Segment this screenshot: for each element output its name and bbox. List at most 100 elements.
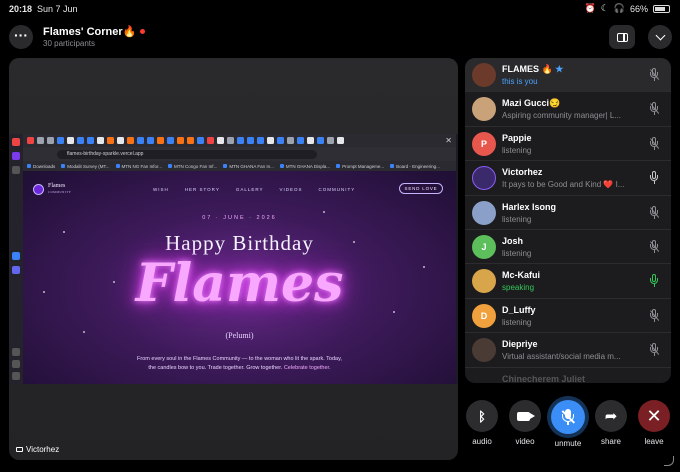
close-icon: ✕ xyxy=(445,136,452,145)
leave-button[interactable]: ✕ leave xyxy=(637,400,671,446)
mic-muted-icon xyxy=(649,308,659,323)
mic-speaking-icon xyxy=(649,274,659,288)
mic-muted-icon xyxy=(649,68,659,82)
bookmarks-bar: Downloads Modalit Survey (MT... MTN NG F… xyxy=(23,161,456,171)
tab-icon xyxy=(147,137,154,144)
site-nav-item: GALLERY xyxy=(235,187,264,192)
participant-status: It pays to be Good and Kind ❤️ I... xyxy=(502,180,625,190)
participant-status: speaking xyxy=(502,283,535,293)
send-love-button: SEND LOVE xyxy=(399,183,443,194)
participant-status: listening xyxy=(502,249,532,258)
participant-status: Virtual assistant/social media m... xyxy=(502,352,621,362)
call-title-text: Flames' Corner🔥 xyxy=(43,26,137,38)
minimize-call-button[interactable] xyxy=(648,25,672,49)
more-options-button[interactable]: ··· xyxy=(9,25,33,49)
participant-row[interactable]: FLAMES 🔥 ★ this is you xyxy=(465,58,671,93)
site-blurb-line: the candles bow to you. Trade together. … xyxy=(148,365,283,371)
mic-muted-icon xyxy=(649,136,659,151)
site-date: 07 · JUNE · 2026 xyxy=(202,215,277,221)
flames-logo-icon xyxy=(33,183,44,195)
video-owner-name: Victorhez xyxy=(26,445,60,454)
tab-icon xyxy=(217,137,224,144)
avatar xyxy=(472,97,496,122)
battery-percent: 66% xyxy=(629,3,648,14)
site-blurb-highlight: Celebrate together. xyxy=(283,365,331,371)
audio-output-button[interactable]: ᛒ audio xyxy=(465,400,499,446)
address-url: flames-birthday-sparkle.vercel.app xyxy=(57,150,317,159)
participant-row[interactable]: Victorhez It pays to be Good and Kind ❤️… xyxy=(465,161,671,196)
share-button[interactable]: ➦ share xyxy=(594,400,628,446)
bookmark-item: Downloads xyxy=(27,164,55,169)
messenger-icon xyxy=(12,252,20,260)
verified-star-icon: ★ xyxy=(555,64,564,74)
participant-name: D_Luffy xyxy=(502,304,536,315)
avatar xyxy=(472,63,496,87)
mic-muted-icon xyxy=(649,102,659,116)
app-icon xyxy=(12,266,20,274)
participant-status: listening xyxy=(502,317,532,327)
participants-panel[interactable]: FLAMES 🔥 ★ this is you Mazi Gucci😏 Aspir… xyxy=(465,58,671,383)
tab-icon xyxy=(337,137,344,144)
participant-count: 30 participants xyxy=(43,39,96,48)
participant-name-cutoff: Chinecherem Juliet xyxy=(502,374,586,383)
mic-icon xyxy=(649,171,659,185)
clock-icon xyxy=(12,360,20,368)
tab-icon xyxy=(47,137,54,144)
tab-icon xyxy=(167,137,174,144)
call-title-group[interactable]: Flames' Corner🔥 30 participants xyxy=(43,25,146,48)
battery-icon xyxy=(653,4,670,13)
tab-icon xyxy=(107,137,114,144)
participant-row[interactable]: Harlex Isong listening xyxy=(465,196,671,230)
unmute-button[interactable]: unmute xyxy=(551,400,585,448)
participant-name: FLAMES 🔥 ★ xyxy=(502,64,564,74)
bluetooth-icon: ᛒ xyxy=(478,408,486,424)
bookmark-item: MTN NG Fan Infor... xyxy=(116,164,163,169)
bookmark-item: MTN GHANA Displa... xyxy=(280,164,330,169)
site-blurb-line: From every soul in the Flames Community … xyxy=(137,356,342,362)
tab-icon xyxy=(307,137,314,144)
participant-status: Aspiring community manager| L... xyxy=(502,111,622,121)
avatar: P xyxy=(472,131,496,156)
close-icon: ✕ xyxy=(646,406,662,426)
share-arrow-icon: ➦ xyxy=(604,408,618,425)
tab-icon xyxy=(137,137,144,144)
tab-icon xyxy=(127,137,134,144)
site-brand: Flames COMMUNITY xyxy=(33,183,71,195)
mic-muted-icon xyxy=(649,240,659,254)
avatar: D xyxy=(472,303,496,328)
participant-row[interactable]: Diepriye Virtual assistant/social media … xyxy=(465,333,671,368)
tab-icon xyxy=(267,137,274,144)
participant-row[interactable]: Mazi Gucci😏 Aspiring community manager| … xyxy=(465,92,671,127)
headphones-icon: 🎧 xyxy=(613,3,625,13)
participant-row[interactable]: D D_Luffy listening xyxy=(465,299,671,334)
heart-icon xyxy=(12,348,20,356)
unmute-label: unmute xyxy=(554,439,582,448)
participant-name: Josh xyxy=(502,236,524,246)
participant-row[interactable]: P Pappie listening xyxy=(465,127,671,162)
video-stage[interactable]: ✕ flames-birthday-sparkle.vercel.app Dow… xyxy=(9,58,458,460)
participant-row[interactable]: J Josh listening xyxy=(465,230,671,265)
ellipsis-icon: ··· xyxy=(14,27,28,43)
tab-icon xyxy=(257,137,264,144)
toggle-sidebar-button[interactable] xyxy=(609,25,635,49)
tab-icon xyxy=(57,137,64,144)
participant-row[interactable]: Mc-Kafui speaking xyxy=(465,264,671,299)
participant-status: this is you xyxy=(502,77,538,86)
site-nav-item: WISH xyxy=(153,187,169,192)
tab-icon xyxy=(237,137,244,144)
tab-icon xyxy=(287,137,294,144)
bookmark-item: MTN GHANA Fan In... xyxy=(223,164,274,169)
tab-icon xyxy=(187,137,194,144)
tab-icon xyxy=(37,137,44,144)
site-brand-sub: COMMUNITY xyxy=(48,190,72,194)
resize-handle[interactable] xyxy=(664,456,674,466)
alarm-icon: ⏰ xyxy=(584,3,596,13)
site-nav-item: COMMUNITY xyxy=(318,187,356,192)
bookmark-item: Board - Engineering... xyxy=(390,164,440,169)
sidebar-icon xyxy=(616,32,628,42)
video-button[interactable]: video xyxy=(508,400,542,446)
tab-icon xyxy=(297,137,304,144)
tab-icon xyxy=(247,137,254,144)
app-icon xyxy=(12,152,20,160)
status-icons: ⏰ ☾ 🎧 66% xyxy=(584,3,670,14)
